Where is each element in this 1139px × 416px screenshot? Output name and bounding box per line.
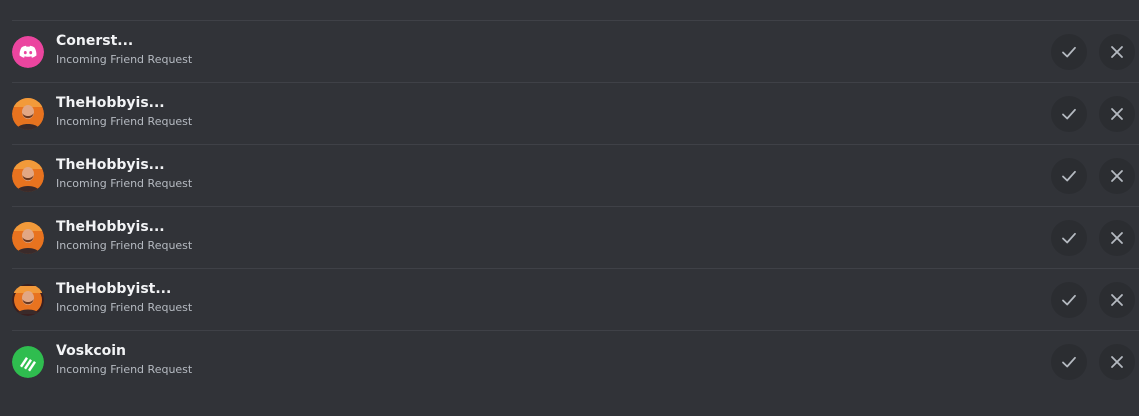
request-status: Incoming Friend Request [56, 239, 193, 252]
friend-request-row[interactable]: TheHobbyis... Incoming Friend Request [12, 144, 1139, 206]
username[interactable]: TheHobbyis... [56, 156, 192, 174]
discord-logo-icon [12, 36, 44, 68]
avatar[interactable] [12, 36, 44, 68]
check-icon [1062, 170, 1076, 182]
friend-request-row[interactable]: TheHobbyis... Incoming Friend Request [12, 206, 1139, 268]
voskcoin-logo-icon [12, 346, 44, 378]
accept-request-button[interactable] [1051, 158, 1087, 194]
friend-request-row[interactable]: TheHobbyist... Incoming Friend Request [12, 268, 1139, 330]
avatar[interactable] [12, 98, 44, 130]
decline-request-button[interactable] [1099, 344, 1135, 380]
username[interactable]: TheHobbyist... [56, 280, 192, 298]
avatar[interactable] [12, 160, 44, 192]
request-status: Incoming Friend Request [56, 53, 193, 66]
avatar[interactable] [12, 346, 44, 378]
close-icon [1111, 170, 1123, 182]
request-status: Incoming Friend Request [56, 115, 193, 128]
request-status: Incoming Friend Request [56, 301, 193, 314]
username[interactable]: Voskcoin [56, 342, 192, 360]
friend-request-list: Conerst... Incoming Friend Request TheHo… [12, 20, 1139, 392]
username[interactable]: TheHobbyis... [56, 94, 192, 112]
accept-request-button[interactable] [1051, 344, 1087, 380]
friend-request-row[interactable]: Voskcoin Incoming Friend Request [12, 330, 1139, 392]
request-status: Incoming Friend Request [56, 177, 193, 190]
user-photo-icon [12, 222, 44, 254]
friend-request-row[interactable]: TheHobbyis... Incoming Friend Request [12, 82, 1139, 144]
close-icon [1111, 46, 1123, 58]
decline-request-button[interactable] [1099, 282, 1135, 318]
close-icon [1111, 294, 1123, 306]
accept-request-button[interactable] [1051, 34, 1087, 70]
decline-request-button[interactable] [1099, 34, 1135, 70]
decline-request-button[interactable] [1099, 158, 1135, 194]
decline-request-button[interactable] [1099, 96, 1135, 132]
check-icon [1062, 108, 1076, 120]
accept-request-button[interactable] [1051, 96, 1087, 132]
accept-request-button[interactable] [1051, 220, 1087, 256]
username[interactable]: TheHobbyis... [56, 218, 192, 236]
close-icon [1111, 108, 1123, 120]
close-icon [1111, 232, 1123, 244]
user-photo-icon [12, 98, 44, 130]
accept-request-button[interactable] [1051, 282, 1087, 318]
decline-request-button[interactable] [1099, 220, 1135, 256]
avatar[interactable] [12, 284, 44, 316]
check-icon [1062, 294, 1076, 306]
check-icon [1062, 46, 1076, 58]
check-icon [1062, 232, 1076, 244]
check-icon [1062, 356, 1076, 368]
user-photo-icon [12, 160, 44, 192]
user-photo-icon [12, 284, 44, 316]
close-icon [1111, 356, 1123, 368]
username[interactable]: Conerst... [56, 32, 192, 50]
avatar[interactable] [12, 222, 44, 254]
friend-request-row[interactable]: Conerst... Incoming Friend Request [12, 20, 1139, 82]
request-status: Incoming Friend Request [56, 363, 193, 376]
